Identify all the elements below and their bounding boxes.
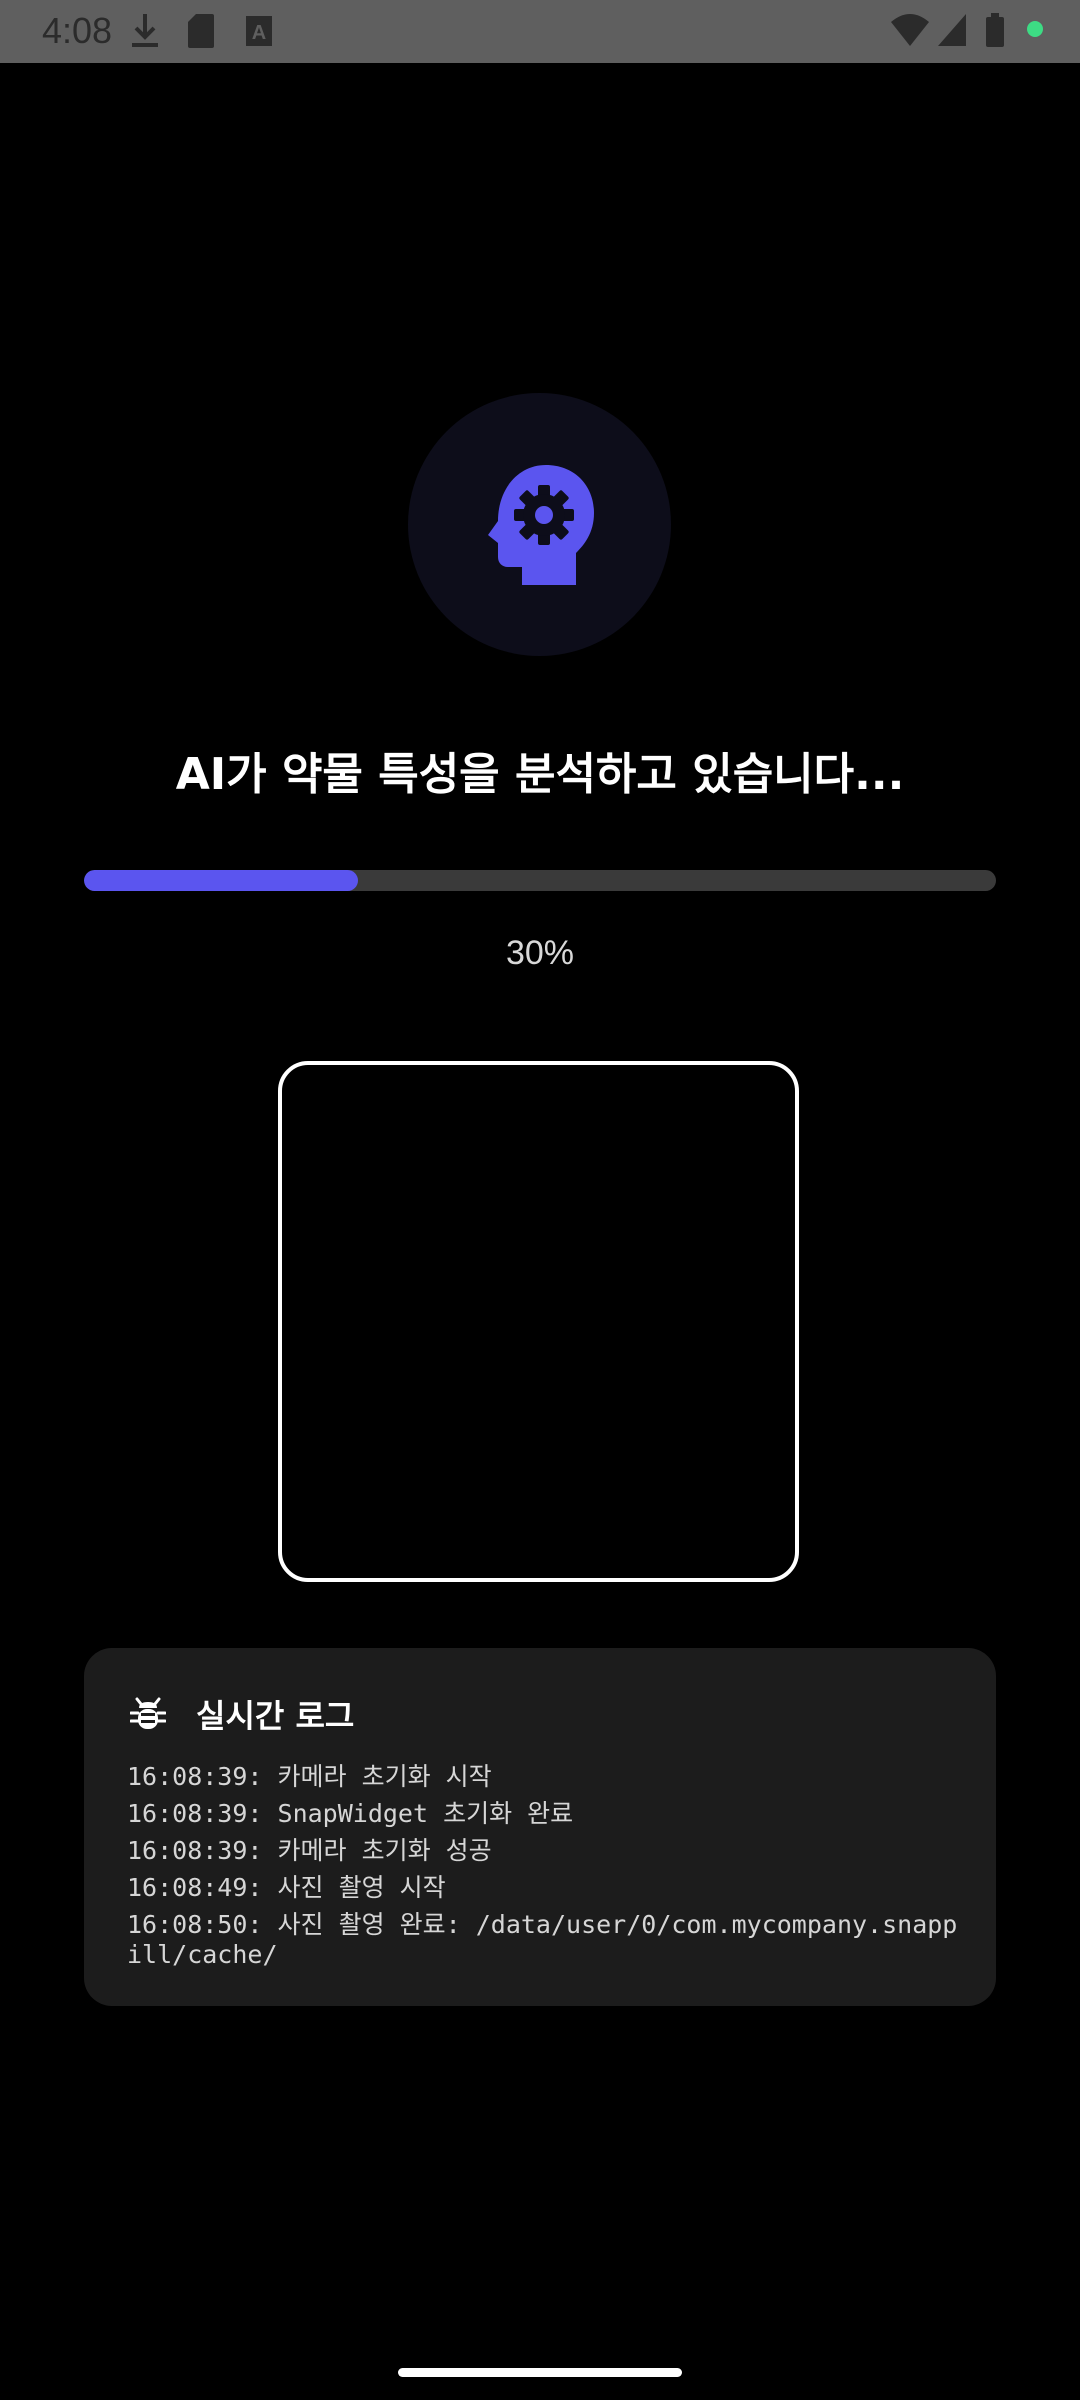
- svg-text:A: A: [252, 22, 266, 44]
- home-indicator[interactable]: [398, 2368, 682, 2377]
- cellular-icon: [936, 12, 968, 50]
- status-bar: 4:08 A: [0, 0, 1080, 63]
- realtime-log-card: 실시간 로그 16:08:39: 카메라 초기화 시작 16:08:39: Sn…: [84, 1648, 996, 2006]
- bug-icon: [130, 1696, 166, 1732]
- progress-bar: [84, 870, 996, 891]
- log-line: 16:08:49: 사진 촬영 시작: [127, 1873, 446, 1902]
- wifi-icon: [890, 12, 930, 50]
- camera-active-dot: [1026, 20, 1044, 38]
- log-title: 실시간 로그: [196, 1697, 355, 1735]
- ai-icon-container: [408, 393, 671, 656]
- log-list[interactable]: 16:08:39: 카메라 초기화 시작 16:08:39: SnapWidge…: [127, 1758, 967, 1968]
- log-line: 16:08:50: 사진 촬영 완료: /data/user/0/com.myc…: [127, 1910, 958, 1968]
- progress-fill: [84, 870, 358, 891]
- download-icon: [128, 12, 162, 50]
- keyboard-a-icon: A: [244, 12, 274, 50]
- analysis-title: AI가 약물 특성을 분석하고 있습니다...: [175, 749, 905, 800]
- status-time: 4:08: [42, 10, 113, 51]
- log-line: 16:08:39: 카메라 초기화 성공: [127, 1836, 492, 1865]
- log-line: 16:08:39: SnapWidget 초기화 완료: [127, 1799, 574, 1828]
- log-line: 16:08:39: 카메라 초기화 시작: [127, 1762, 492, 1791]
- ai-head-gear-icon: [488, 465, 594, 585]
- progress-percent: 30%: [505, 934, 575, 972]
- battery-icon: [984, 12, 1006, 50]
- log-header: 실시간 로그: [130, 1690, 354, 1738]
- sd-card-icon: [186, 12, 216, 50]
- camera-preview-frame: [278, 1061, 799, 1582]
